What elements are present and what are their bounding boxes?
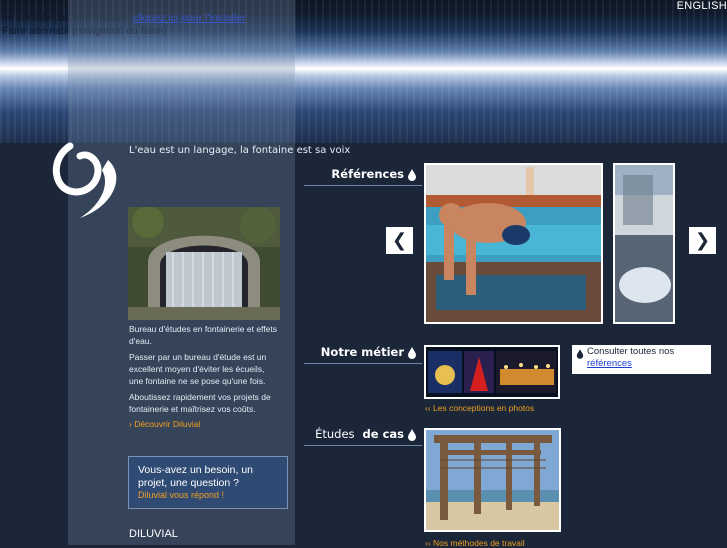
tagline: L'eau est un langage, la fontaine est sa… (129, 145, 351, 156)
contact-reply-link[interactable]: Diluvial vous répond ! (138, 490, 224, 500)
water-drop-icon (576, 349, 584, 359)
reference-photo-next[interactable] (613, 163, 675, 324)
intro-paragraph-2: Passer par un bureau d'étude est un exce… (129, 352, 267, 386)
case-study-photo[interactable] (424, 428, 561, 532)
section-etudes-word: Études (315, 427, 355, 441)
all-references-text: Consulter toutes nos références (587, 346, 674, 370)
all-references-line1: Consulter toutes nos (587, 346, 675, 357)
section-references: Références (304, 165, 422, 186)
water-drop-icon (408, 429, 416, 441)
section-etudes-label: Études de cas (315, 427, 404, 441)
company-name: DILUVIAL (129, 528, 178, 540)
diluvial-logo[interactable] (50, 142, 130, 222)
section-de-cas-word: de cas (362, 427, 404, 441)
work-methods-link[interactable]: ‹‹ Nos méthodes de travail (425, 538, 525, 548)
section-references-label: Références (331, 167, 404, 181)
fountain-arch-photo[interactable] (128, 207, 280, 320)
intro-paragraph-1: Bureau d'études en fontainerie et effets… (129, 324, 277, 346)
section-etudes-de-cas: Études de cas (304, 425, 422, 446)
water-drop-icon (408, 169, 416, 181)
carousel-prev-button[interactable]: ❮ (386, 227, 413, 254)
section-metier: Notre métier (304, 343, 422, 364)
conceptions-photos-link[interactable]: ‹‹ Les conceptions en photos (425, 403, 534, 413)
discover-diluvial-link[interactable]: › Découvrir Diluvial (129, 419, 200, 429)
all-references-link[interactable]: références (587, 358, 632, 369)
language-switch-english[interactable]: ENGLISH (677, 0, 727, 12)
all-references-box[interactable]: Consulter toutes nos références (572, 345, 711, 374)
contact-box[interactable]: Vous-avez un besoin, un projet, une ques… (128, 456, 288, 509)
intro-text: Bureau d'études en fontainerie et effets… (129, 323, 279, 419)
reference-photo-main[interactable] (424, 163, 603, 324)
metier-photo-strip[interactable] (424, 345, 560, 399)
intro-paragraph-3: Aboutissez rapidement vos projets de fon… (129, 392, 271, 414)
contact-question: Vous-avez un besoin, un projet, une ques… (138, 464, 253, 489)
carousel-next-button[interactable]: ❯ (689, 227, 716, 254)
section-metier-label: Notre métier (320, 345, 404, 359)
water-drop-icon (408, 347, 416, 359)
